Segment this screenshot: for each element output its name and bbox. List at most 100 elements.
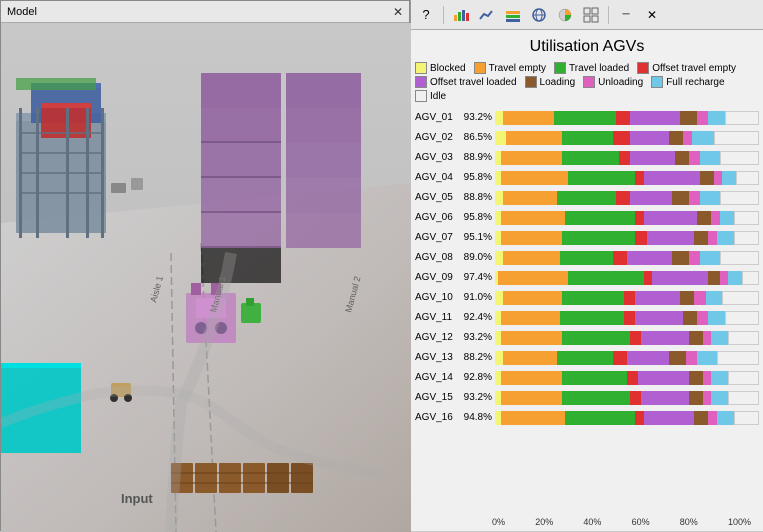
- agv-label: AGV_09: [415, 272, 460, 283]
- bar-track: [495, 291, 759, 305]
- bar-segment: [638, 371, 689, 385]
- bar-segment: [720, 151, 759, 165]
- bar-segment: [720, 211, 734, 225]
- bar-segment: [689, 391, 703, 405]
- legend-label-loading: Loading: [540, 77, 576, 88]
- bar-segment: [686, 351, 697, 365]
- bar-track: [495, 151, 759, 165]
- legend-item-offset_travel_empty: Offset travel empty: [637, 62, 736, 74]
- bar-row: AGV_1694.8%: [415, 408, 759, 427]
- bar-row: AGV_1192.4%: [415, 308, 759, 327]
- model-panel: Model ✕: [0, 0, 410, 531]
- bar-segment: [630, 131, 669, 145]
- bar-segment: [689, 151, 700, 165]
- toolbar-separator-1: [443, 6, 444, 24]
- bar-segment: [736, 171, 758, 185]
- bar-row: AGV_0889.0%: [415, 248, 759, 267]
- minimize-icon[interactable]: ─: [615, 4, 637, 26]
- agv-label: AGV_06: [415, 212, 460, 223]
- bar-track: [495, 411, 759, 425]
- bar-segment: [503, 351, 556, 365]
- bar-segment: [503, 251, 559, 265]
- bar-segment: [680, 291, 694, 305]
- bar-segment: [708, 271, 719, 285]
- legend-label-unloading: Unloading: [598, 77, 643, 88]
- bar-segment: [506, 131, 562, 145]
- bar-segment: [635, 291, 680, 305]
- agv-pct: 95.8%: [460, 172, 492, 183]
- bar-row: AGV_1091.0%: [415, 288, 759, 307]
- bar-row: AGV_1388.2%: [415, 348, 759, 367]
- toolbar-separator-2: [608, 6, 609, 24]
- bar-segment: [627, 251, 672, 265]
- bar-segment: [503, 111, 554, 125]
- bar-segment: [689, 191, 700, 205]
- bar-segment: [700, 171, 714, 185]
- legend-item-blocked: Blocked: [415, 62, 466, 74]
- bar-segment: [708, 111, 725, 125]
- scene-svg: Aisle 1 Manual 1 Manual 2 Input: [1, 23, 411, 532]
- bar-segment: [565, 211, 635, 225]
- bar-track: [495, 171, 759, 185]
- agv-chart-panel: ? ─ ✕ Utilisation A: [410, 0, 763, 531]
- bar-row: AGV_0795.1%: [415, 228, 759, 247]
- bar-segment: [495, 251, 503, 265]
- bar-segment: [700, 251, 720, 265]
- bar-segment: [700, 151, 720, 165]
- bar-row: AGV_0286.5%: [415, 128, 759, 147]
- x-axis-label: 20%: [535, 517, 553, 527]
- x-axis: 0%20%40%60%80%100%: [415, 517, 759, 527]
- bars-container[interactable]: AGV_0193.2%AGV_0286.5%AGV_0388.9%AGV_049…: [415, 108, 759, 515]
- agv-label: AGV_07: [415, 232, 460, 243]
- stacked-icon[interactable]: [502, 4, 524, 26]
- bar-row: AGV_0588.8%: [415, 188, 759, 207]
- bar-segment: [501, 391, 563, 405]
- agv-pct: 88.9%: [460, 152, 492, 163]
- chart-toolbar: ? ─ ✕: [411, 0, 763, 30]
- legend-color-offset_travel_empty: [637, 62, 649, 74]
- agv-pct: 93.2%: [460, 332, 492, 343]
- line-chart-icon[interactable]: [476, 4, 498, 26]
- bar-segment: [619, 151, 630, 165]
- bar-segment: [647, 231, 695, 245]
- bar-segment: [562, 291, 624, 305]
- bar-track: [495, 391, 759, 405]
- bar-segment: [708, 231, 716, 245]
- bar-segment: [675, 151, 689, 165]
- model-3d-view[interactable]: Aisle 1 Manual 1 Manual 2 Input: [1, 23, 411, 532]
- bar-segment: [562, 331, 629, 345]
- agv-label: AGV_03: [415, 152, 460, 163]
- legend-color-idle: [415, 90, 427, 102]
- agv-pct: 92.4%: [460, 312, 492, 323]
- bar-segment: [630, 111, 681, 125]
- close-icon[interactable]: ✕: [641, 4, 663, 26]
- bar-segment: [714, 171, 722, 185]
- agv-label: AGV_05: [415, 192, 460, 203]
- bar-segment: [635, 231, 646, 245]
- bar-segment: [635, 311, 683, 325]
- legend-label-travel_empty: Travel empty: [489, 63, 546, 74]
- agv-label: AGV_16: [415, 412, 460, 423]
- bar-segment: [495, 351, 503, 365]
- agv-label: AGV_02: [415, 132, 460, 143]
- model-title-text: Model: [7, 6, 37, 18]
- bar-segment: [717, 351, 759, 365]
- bar-segment: [560, 311, 625, 325]
- data-icon[interactable]: [580, 4, 602, 26]
- agv-pct: 89.0%: [460, 252, 492, 263]
- bar-segment: [501, 231, 563, 245]
- svg-text:Input: Input: [121, 491, 153, 506]
- bar-track: [495, 191, 759, 205]
- legend-label-travel_loaded: Travel loaded: [569, 63, 629, 74]
- pie-chart-icon[interactable]: [554, 4, 576, 26]
- globe-icon[interactable]: [528, 4, 550, 26]
- bar-chart-icon[interactable]: [450, 4, 472, 26]
- model-title-close[interactable]: ✕: [393, 5, 403, 19]
- bar-segment: [557, 351, 613, 365]
- bar-segment: [565, 411, 635, 425]
- legend-label-full_recharge: Full recharge: [666, 77, 724, 88]
- help-icon[interactable]: ?: [415, 4, 437, 26]
- legend-color-full_recharge: [651, 76, 663, 88]
- agv-pct: 86.5%: [460, 132, 492, 143]
- bar-segment: [717, 411, 734, 425]
